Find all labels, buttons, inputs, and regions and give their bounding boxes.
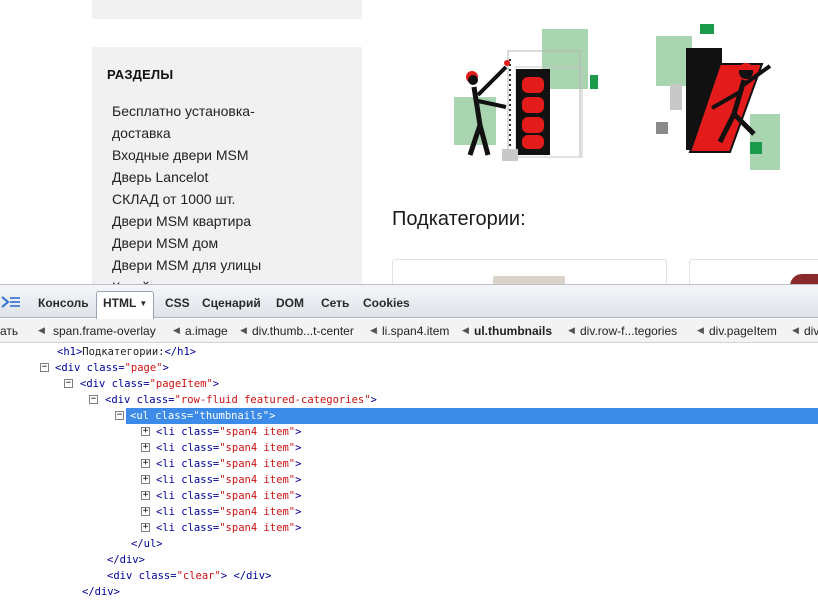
tab-html-label: HTML [103, 296, 137, 310]
collapse-toggle-icon[interactable]: − [64, 379, 73, 388]
section-link[interactable]: Входные двери MSM [112, 144, 312, 166]
section-link[interactable]: СКЛАД от 1000 шт. [112, 188, 312, 210]
tab-console[interactable]: Консоль [32, 292, 95, 316]
breadcrumb-item[interactable]: span.frame-overlay [53, 324, 156, 338]
chevron-left-icon: ◀ [370, 325, 377, 335]
tree-node-div-page[interactable]: <div class="page"> [55, 360, 169, 376]
tab-cookies[interactable]: Cookies [357, 292, 416, 316]
breadcrumb-item[interactable]: div.pageItem [709, 324, 777, 338]
devtools-toolbar: Консоль HTML ▼ CSS Сценарий DOM Сеть Cook… [0, 285, 818, 319]
tree-node-ul-close[interactable]: </ul> [131, 536, 163, 552]
breadcrumb-item[interactable]: div.thumb...t-center [252, 324, 354, 338]
chevron-left-icon: ◀ [462, 325, 469, 335]
breadcrumb-item-selected[interactable]: ul.thumbnails [474, 324, 552, 338]
chevron-left-icon: ◀ [240, 325, 247, 335]
sidebar-top-box [92, 0, 362, 19]
tree-node-div-close[interactable]: </div> [107, 552, 145, 568]
tab-css[interactable]: CSS [159, 292, 196, 316]
tree-node-li-item[interactable]: <li class="span4 item"> [156, 520, 301, 536]
section-link[interactable]: Двери MSM квартира [112, 210, 312, 232]
breadcrumb: ать ◀ span.frame-overlay ◀ a.image ◀ div… [0, 319, 818, 343]
chevron-left-icon: ◀ [697, 325, 704, 335]
collapse-toggle-icon[interactable]: − [115, 411, 124, 420]
chevron-left-icon: ◀ [173, 325, 180, 335]
section-link[interactable]: Двери MSM дом [112, 232, 312, 254]
expand-toggle-icon[interactable]: + [141, 459, 150, 468]
sections-heading: РАЗДЕЛЫ [107, 67, 174, 82]
tree-node-div-row-fluid[interactable]: <div class="row-fluid featured-categorie… [105, 392, 377, 408]
chevron-left-icon: ◀ [792, 325, 799, 335]
subcategories-title: Подкатегории: [392, 208, 526, 230]
breadcrumb-item[interactable]: div.row-f...tegories [580, 324, 677, 338]
section-link[interactable]: Дверь Lancelot [112, 166, 312, 188]
collapse-toggle-icon[interactable]: − [89, 395, 98, 404]
breadcrumb-item[interactable]: div [804, 324, 818, 338]
chevron-left-icon: ◀ [38, 325, 45, 335]
door-carrying-illustration [656, 24, 780, 170]
tree-node-li-item[interactable]: <li class="span4 item"> [156, 424, 301, 440]
expand-toggle-icon[interactable]: + [141, 427, 150, 436]
expand-toggle-icon[interactable]: + [141, 523, 150, 532]
tree-node-div-pageitem[interactable]: <div class="pageItem"> [80, 376, 219, 392]
tab-network[interactable]: Сеть [315, 292, 355, 316]
tree-node-li-item[interactable]: <li class="span4 item"> [156, 440, 301, 456]
inspect-element-icon[interactable] [0, 294, 22, 310]
expand-toggle-icon[interactable]: + [141, 507, 150, 516]
sections-list: Бесплатно установка-доставка Входные две… [112, 100, 312, 288]
breadcrumb-item[interactable]: ать [0, 324, 18, 338]
section-link[interactable]: Бесплатно установка-доставка [112, 100, 277, 144]
devtools-panel: Консоль HTML ▼ CSS Сценарий DOM Сеть Cook… [0, 284, 818, 601]
tree-node-li-item[interactable]: <li class="span4 item"> [156, 504, 301, 520]
door-measuring-illustration [454, 29, 598, 161]
tree-node-h1[interactable]: <h1>Подкатегории:</h1> [57, 344, 196, 360]
chevron-down-icon[interactable]: ▼ [139, 299, 147, 308]
tab-script[interactable]: Сценарий [196, 292, 267, 316]
section-link[interactable]: Двери MSM для улицы [112, 254, 312, 276]
tree-node-div-close[interactable]: </div> [82, 584, 120, 600]
chevron-left-icon: ◀ [568, 325, 575, 335]
tree-node-li-item[interactable]: <li class="span4 item"> [156, 456, 301, 472]
tree-node-ul-thumbnails-selected[interactable]: <ul class="thumbnails"> [126, 408, 818, 424]
expand-toggle-icon[interactable]: + [141, 475, 150, 484]
breadcrumb-item[interactable]: a.image [185, 324, 228, 338]
web-page: РАЗДЕЛЫ Бесплатно установка-доставка Вхо… [0, 0, 818, 288]
tab-html[interactable]: HTML ▼ [96, 291, 155, 319]
expand-toggle-icon[interactable]: + [141, 443, 150, 452]
breadcrumb-item[interactable]: li.span4.item [382, 324, 449, 338]
collapse-toggle-icon[interactable]: − [40, 363, 49, 372]
tree-node-li-item[interactable]: <li class="span4 item"> [156, 488, 301, 504]
expand-toggle-icon[interactable]: + [141, 491, 150, 500]
tree-node-div-clear[interactable]: <div class="clear"> </div> [107, 568, 271, 584]
html-tree: <h1>Подкатегории:</h1> − <div class="pag… [0, 344, 818, 601]
tab-dom[interactable]: DOM [270, 292, 310, 316]
tree-node-li-item[interactable]: <li class="span4 item"> [156, 472, 301, 488]
